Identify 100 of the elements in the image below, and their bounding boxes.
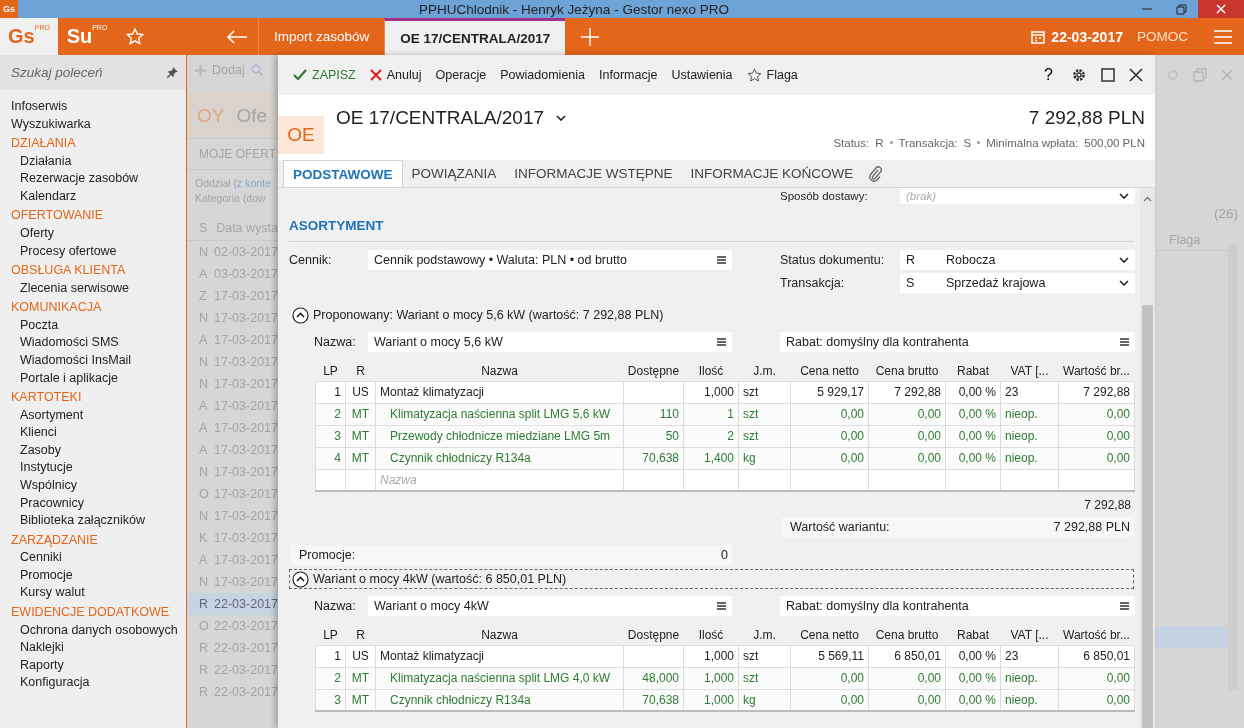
scroll-up-icon[interactable] [1143, 196, 1152, 202]
nav-item[interactable]: Kursy walut [20, 584, 186, 603]
search-field[interactable]: Szukaj poleceń [0, 55, 186, 90]
table-cell: Czynnik chłodniczy R134a [375, 447, 624, 469]
nav-item[interactable]: Kalendarz [20, 187, 186, 206]
nav-item[interactable]: Zlecenia serwisowe [20, 279, 186, 298]
nav-item[interactable]: Wiadomości SMS [20, 334, 186, 352]
menu-icon[interactable] [1120, 338, 1129, 346]
pin-icon[interactable] [167, 67, 178, 78]
chevron-down-icon[interactable] [556, 115, 567, 121]
nav-group-header: EWIDENCJE DODATKOWE [11, 604, 171, 622]
scrollbar[interactable] [1228, 245, 1238, 690]
star-icon[interactable] [126, 28, 144, 45]
chevron-down-icon[interactable] [1119, 193, 1129, 199]
column-header[interactable]: LP [315, 625, 346, 645]
table-cell: 1,000 [683, 645, 739, 667]
paperclip-icon[interactable] [868, 165, 883, 182]
column-header[interactable]: Cena brutto [868, 625, 946, 645]
nav-item[interactable]: Promocje [20, 566, 186, 585]
close-icon[interactable] [1129, 68, 1143, 82]
column-header[interactable]: R [345, 625, 376, 645]
chevron-down-icon[interactable] [1119, 280, 1129, 286]
column-header[interactable]: LP [315, 361, 346, 381]
nav-item[interactable]: Instytucje [20, 459, 186, 477]
back-arrow-icon[interactable] [226, 29, 248, 44]
tab[interactable]: PODSTAWOWE [283, 160, 403, 187]
nav-item[interactable]: Naklejki [20, 639, 186, 657]
menu-icon[interactable] [717, 602, 726, 610]
nav-item[interactable]: Cenniki [20, 549, 186, 567]
nav-item[interactable]: Portale i aplikacje [20, 369, 186, 388]
variant-header[interactable]: Wariant o mocy 4kW (wartość: 6 850,01 PLN) [289, 569, 1134, 589]
nav-item[interactable]: Raporty [20, 656, 186, 675]
pricelist-field[interactable]: Cennik podstawowy • Waluta: PLN • od brutto [368, 250, 732, 270]
column-header[interactable]: VAT [... [1000, 625, 1059, 645]
nav-item[interactable]: Oferty [20, 224, 186, 243]
status-dropdown[interactable]: R Robocza [900, 250, 1135, 270]
column-header[interactable]: VAT [... [1000, 361, 1059, 381]
nav-item[interactable]: Zasoby [20, 441, 186, 460]
toolbar-button[interactable]: ZAPISZ [286, 62, 363, 88]
tab[interactable]: INFORMACJE WSTĘPNE [505, 160, 682, 187]
nav-item[interactable]: Biblioteka załączników [20, 512, 186, 530]
help-button[interactable]: ? [1040, 66, 1057, 84]
nav-item[interactable]: Działania [20, 152, 186, 171]
nav-item[interactable]: Konfiguracja [20, 674, 186, 692]
discount-field[interactable]: Rabat: domyślny dla kontrahenta [780, 332, 1135, 352]
toolbar-button[interactable]: Informacje [592, 62, 665, 88]
list-row[interactable]: R 22-03-2017 [187, 593, 278, 615]
settings-icon[interactable] [1071, 67, 1087, 83]
chevron-down-icon[interactable] [1119, 257, 1129, 263]
column-header[interactable]: J.m. [738, 361, 791, 381]
name-field[interactable]: Wariant o mocy 5,6 kW [368, 332, 732, 352]
toolbar-button[interactable]: Anuluj [362, 62, 429, 88]
column-header[interactable]: Cena netto [790, 625, 869, 645]
nav-item[interactable]: Klienci [20, 424, 186, 442]
menu-icon[interactable] [1120, 602, 1129, 610]
column-header[interactable]: Ilość [683, 361, 739, 381]
collapse-icon[interactable] [292, 306, 309, 324]
menu-icon[interactable] [717, 338, 726, 346]
maximize-icon[interactable] [1101, 68, 1115, 82]
variant-header[interactable]: Proponowany: Wariant o mocy 5,6 kW (wartość: 7 292,88 PLN) [289, 305, 1134, 325]
column-header[interactable]: Ilość [683, 625, 739, 645]
column-header[interactable]: Dostępne [623, 361, 684, 381]
calendar-icon[interactable] [1031, 29, 1046, 44]
menu-icon[interactable] [717, 256, 726, 264]
column-header[interactable]: Rabat [945, 361, 1001, 381]
column-header[interactable]: Nazwa [375, 625, 624, 645]
column-header[interactable]: J.m. [738, 625, 791, 645]
nav-item[interactable]: Wspólnicy [20, 477, 186, 495]
nav-item[interactable]: Poczta [20, 316, 186, 335]
document-total: 7 292,88 PLN [1028, 106, 1145, 129]
column-header[interactable]: Cena netto [790, 361, 869, 381]
column-header[interactable]: Wartość br... [1058, 361, 1135, 381]
transaction-dropdown[interactable]: S Sprzedaż krajowa [900, 273, 1135, 293]
name-field[interactable]: Wariant o mocy 4kW [368, 596, 732, 616]
status-value: 500,00 PLN [1084, 136, 1145, 149]
promotions-value: 0 [721, 548, 728, 562]
toolbar-button[interactable]: Ustawienia [664, 62, 740, 88]
column-header[interactable]: Cena brutto [868, 361, 946, 381]
nav-item[interactable]: Rezerwacje zasobów [20, 170, 186, 188]
toolbar-button[interactable]: Operacje [428, 62, 494, 88]
nav-item[interactable]: Procesy ofertowe [20, 242, 186, 261]
discount-field[interactable]: Rabat: domyślny dla kontrahenta [780, 596, 1135, 616]
app-tab[interactable]: OE 17/CENTRALA/2017 [384, 18, 566, 55]
scrollbar[interactable] [1140, 188, 1155, 728]
column-header[interactable]: Wartość br... [1058, 625, 1135, 645]
column-header[interactable]: R [345, 361, 376, 381]
nav-item[interactable]: Wiadomości InsMail [20, 351, 186, 370]
tab[interactable]: POWIĄZANIA [402, 160, 506, 187]
column-header[interactable]: Rabat [945, 625, 1001, 645]
tab[interactable]: INFORMACJE KOŃCOWE [681, 160, 863, 187]
nav-item[interactable]: Infoserwis [11, 98, 186, 116]
collapse-icon[interactable] [292, 570, 309, 588]
nav-item[interactable]: Asortyment [20, 406, 186, 425]
column-header[interactable]: Nazwa [375, 361, 624, 381]
nav-item[interactable]: Ochrona danych osobowych [20, 621, 186, 640]
nav-item[interactable]: Pracownicy [20, 494, 186, 513]
toolbar-button[interactable]: Powiadomienia [493, 62, 593, 88]
nav-item[interactable]: Wyszukiwarka [11, 115, 186, 134]
toolbar-button[interactable]: Flaga [739, 62, 805, 88]
column-header[interactable]: Dostępne [623, 625, 684, 645]
